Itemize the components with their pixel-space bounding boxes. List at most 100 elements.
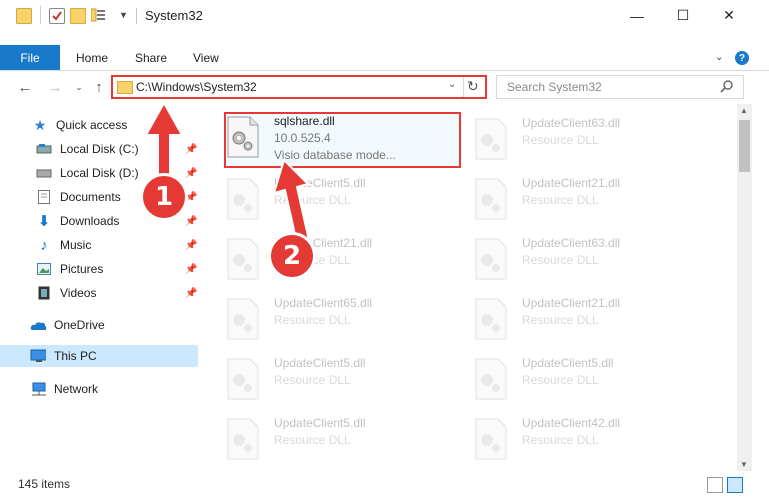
file-item[interactable]: UpdateClient42.dll Resource DLL [474, 416, 714, 476]
network-icon [30, 381, 46, 397]
dll-file-icon [226, 418, 260, 460]
file-item[interactable]: UpdateClient5.dll Resource DLL [226, 416, 466, 476]
file-name: UpdateClient5.dll [274, 356, 366, 370]
new-folder-icon[interactable] [70, 8, 86, 24]
file-type: Resource DLL [274, 373, 351, 387]
file-version: 10.0.525.4 [274, 131, 331, 145]
dll-file-icon [474, 178, 508, 220]
drive-icon [36, 141, 52, 157]
dll-file-icon [474, 298, 508, 340]
tab-view[interactable]: View [193, 45, 219, 70]
file-type: Resource DLL [522, 433, 599, 447]
file-type: Resource DLL [522, 373, 599, 387]
step-1-badge: 1 [140, 173, 188, 221]
customize-toolbar-icon[interactable] [90, 8, 105, 22]
divider [463, 77, 464, 97]
file-item[interactable]: UpdateClient21.dll Resource DLL [474, 296, 714, 356]
nav-label: Music [60, 238, 92, 252]
dll-file-icon [226, 298, 260, 340]
refresh-button[interactable]: ↻ [467, 78, 479, 95]
help-icon[interactable]: ? [735, 51, 749, 65]
dll-file-icon [226, 178, 260, 220]
nav-label: Downloads [60, 214, 120, 228]
up-button[interactable]: ↑ [90, 78, 108, 96]
file-type: Resource DLL [522, 313, 599, 327]
file-name: UpdateClient5.dll [522, 356, 614, 370]
file-name: UpdateClient21.dll [522, 176, 621, 190]
scrollbar-thumb[interactable] [739, 120, 750, 172]
tab-home[interactable]: Home [76, 45, 108, 70]
step-2-badge: 2 [268, 232, 316, 280]
back-button[interactable]: ← [16, 78, 34, 96]
properties-icon[interactable] [49, 8, 65, 24]
tab-share[interactable]: Share [135, 45, 167, 70]
details-view-icon[interactable] [707, 477, 723, 493]
file-item[interactable]: UpdateClient5.dll Resource DLL [226, 356, 466, 416]
file-type: Resource DLL [522, 193, 599, 207]
item-count: 145 items [18, 477, 71, 491]
nav-label: Network [54, 382, 99, 396]
search-icon[interactable] [720, 79, 734, 93]
nav-this-pc[interactable]: This PC [0, 345, 198, 367]
tab-file[interactable]: File [0, 45, 60, 70]
file-name: UpdateClient63.dll [522, 116, 621, 130]
recent-locations-button[interactable]: ⌄ [70, 78, 88, 96]
nav-label: OneDrive [54, 318, 105, 332]
scroll-up-icon[interactable]: ▲ [740, 106, 748, 115]
chevron-down-icon[interactable]: ⌄ [448, 79, 456, 90]
file-name: UpdateClient63.dll [522, 236, 621, 250]
nav-pictures[interactable]: Pictures [0, 258, 198, 280]
ribbon [0, 45, 769, 71]
expand-ribbon-icon[interactable]: ⌄ [715, 52, 723, 63]
file-name: UpdateClient21.dll [522, 296, 621, 310]
forward-button[interactable]: → [46, 78, 64, 96]
file-item[interactable]: UpdateClient65.dll Resource DLL [226, 296, 466, 356]
file-type: Resource DLL [522, 133, 599, 147]
dll-file-icon [474, 118, 508, 160]
dll-file-icon [226, 238, 260, 280]
dll-file-icon [226, 116, 260, 158]
nav-onedrive[interactable]: OneDrive [0, 314, 198, 336]
nav-label: Quick access [56, 118, 128, 132]
file-item[interactable]: UpdateClient63.dll Resource DLL [474, 116, 714, 176]
pin-icon[interactable]: 📌 [185, 288, 197, 299]
nav-music[interactable]: ♪ Music [0, 234, 198, 256]
window-title: System32 [145, 8, 203, 23]
dll-file-icon [226, 358, 260, 400]
search-placeholder: Search System32 [507, 80, 602, 94]
nav-network[interactable]: Network [0, 378, 198, 400]
pin-icon[interactable]: 📌 [185, 264, 197, 275]
dll-file-icon [474, 418, 508, 460]
file-item[interactable]: UpdateClient21.dll Resource DLL [474, 176, 714, 236]
scroll-down-icon[interactable]: ▼ [740, 460, 748, 469]
download-icon: ⬇ [37, 213, 51, 230]
large-icons-view-icon[interactable] [727, 477, 743, 493]
nav-label: Local Disk (D:) [60, 166, 139, 180]
address-path[interactable]: C:\Windows\System32 [136, 80, 257, 94]
file-type: Resource DLL [274, 433, 351, 447]
nav-label: Videos [60, 286, 97, 300]
nav-label: Local Disk (C:) [60, 142, 139, 156]
divider [136, 8, 137, 24]
file-type: Resource DLL [522, 253, 599, 267]
videos-icon [36, 285, 52, 301]
nav-label: Pictures [60, 262, 104, 276]
maximize-button[interactable]: ☐ [660, 0, 706, 31]
minimize-button[interactable]: — [614, 0, 660, 31]
nav-label: This PC [54, 349, 97, 363]
pin-icon[interactable]: 📌 [185, 240, 197, 251]
nav-videos[interactable]: Videos [0, 282, 198, 304]
dll-file-icon [474, 238, 508, 280]
divider [40, 6, 41, 24]
file-item[interactable]: UpdateClient5.dll Resource DLL [474, 356, 714, 416]
file-item[interactable]: UpdateClient63.dll Resource DLL [474, 236, 714, 296]
close-button[interactable]: ✕ [706, 0, 752, 31]
computer-icon [30, 348, 46, 364]
dll-file-icon [474, 358, 508, 400]
chevron-down-icon[interactable]: ▼ [119, 10, 128, 20]
pictures-icon [36, 261, 52, 277]
nav-label: Documents [60, 190, 121, 204]
folder-icon [117, 81, 133, 94]
file-name: UpdateClient42.dll [522, 416, 621, 430]
file-type: Resource DLL [274, 313, 351, 327]
